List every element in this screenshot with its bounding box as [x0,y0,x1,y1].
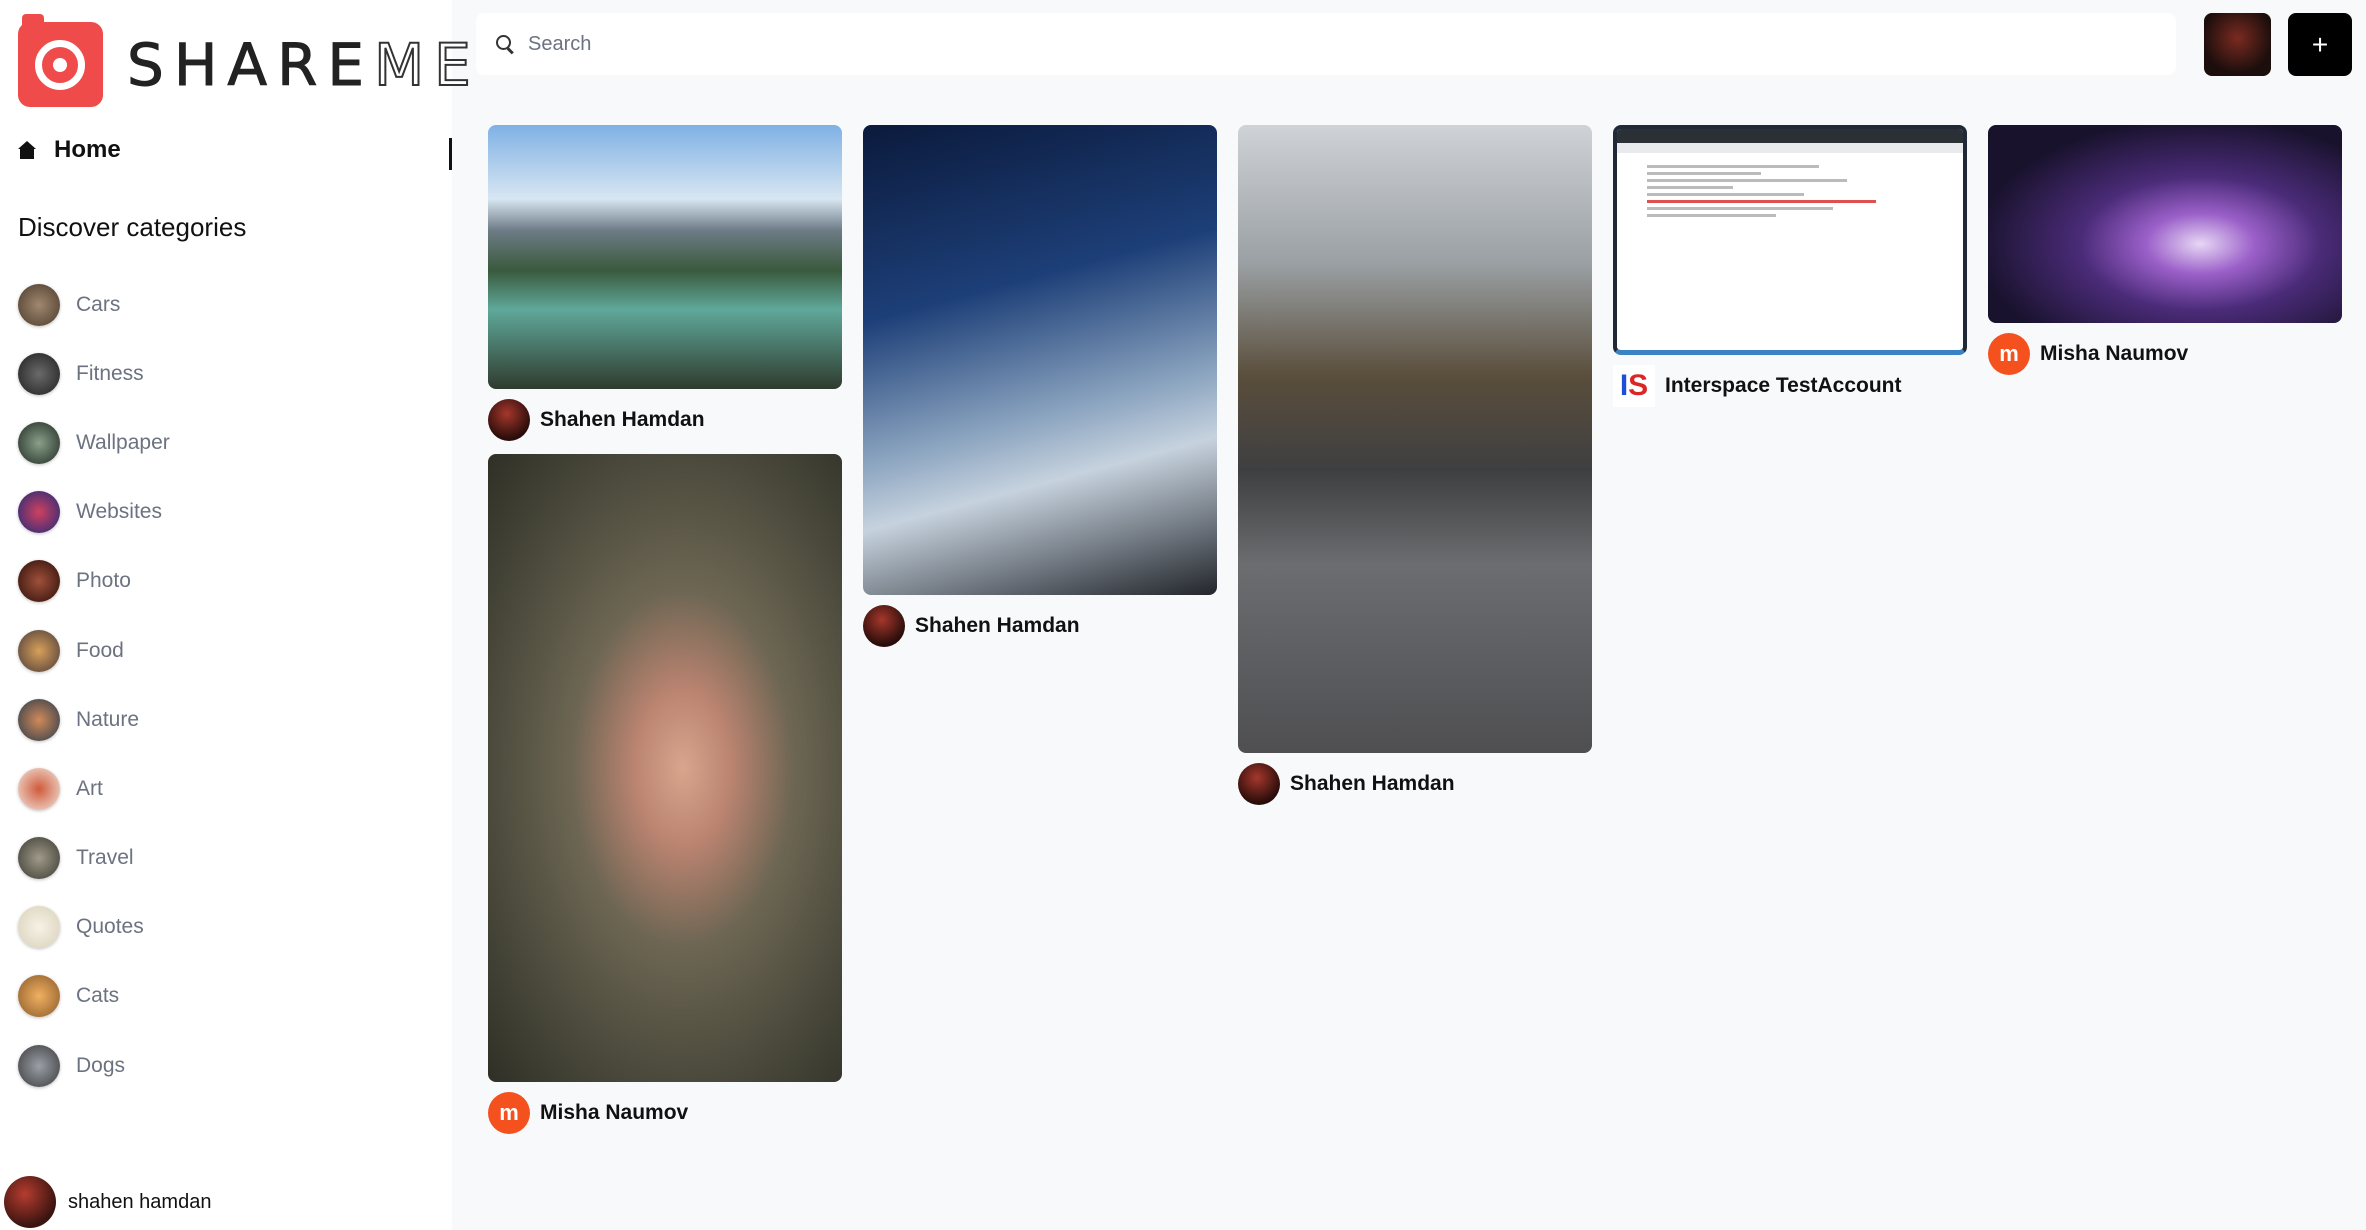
pin-owner[interactable]: IS Interspace TestAccount [1613,365,1967,407]
avatar [863,605,905,647]
category-item-websites[interactable]: Websites [18,478,170,547]
search-icon [496,35,514,53]
category-item-fitness[interactable]: Fitness [18,339,170,408]
owner-name: Interspace TestAccount [1665,374,1902,397]
category-label: Cars [76,292,121,316]
sidebar-user-profile[interactable]: shahen hamdan [4,1176,211,1228]
owner-name: Misha Naumov [2040,342,2189,365]
interspace-logo-icon: IS [1613,365,1655,407]
category-thumb-cars [18,283,60,326]
pin-card[interactable]: Shahen Hamdan [863,125,1217,647]
pin-owner[interactable]: m Misha Naumov [1988,333,2342,375]
category-thumb-cats [18,975,60,1018]
category-label: Art [76,776,103,800]
pin-card[interactable]: Shahen Hamdan [1238,125,1592,805]
category-label: Nature [76,707,140,731]
owner-name: Misha Naumov [540,1101,689,1124]
user-name: shahen hamdan [68,1190,212,1213]
category-item-quotes[interactable]: Quotes [18,893,170,962]
avatar: m [1988,333,2030,375]
category-thumb-wallpaper [18,421,60,464]
category-label: Food [76,638,124,662]
category-thumb-travel [18,837,60,880]
avatar: m [488,1092,530,1134]
search-input[interactable] [528,32,2128,56]
category-thumb-food [18,629,60,672]
add-pin-button[interactable]: + [2288,13,2352,76]
home-icon [18,141,36,159]
pin-image[interactable] [1238,125,1592,753]
category-thumb-photo [18,560,60,603]
category-label: Cats [76,984,120,1008]
category-label: Fitness [76,361,144,385]
category-thumb-quotes [18,906,60,949]
category-label: Wallpaper [76,430,170,454]
category-thumb-nature [18,698,60,741]
camera-logo-icon [18,14,103,107]
active-indicator [449,138,452,170]
category-item-nature[interactable]: Nature [18,685,170,754]
category-label: Websites [76,500,162,524]
logo[interactable]: SHAREME [18,14,481,107]
category-item-dogs[interactable]: Dogs [18,1031,170,1100]
nav-home-label: Home [54,136,121,163]
avatar [488,399,530,441]
discover-categories-heading: Discover categories [18,212,247,242]
pin-owner[interactable]: m Misha Naumov [488,1092,842,1134]
category-thumb-fitness [18,352,60,395]
category-label: Travel [76,846,134,870]
category-item-travel[interactable]: Travel [18,824,170,893]
search-bar[interactable] [476,13,2176,75]
category-thumb-websites [18,491,60,534]
owner-name: Shahen Hamdan [1290,772,1455,795]
category-item-photo[interactable]: Photo [18,547,170,616]
category-label: Dogs [76,1053,126,1077]
category-label: Photo [76,569,131,593]
pin-card[interactable]: m Misha Naumov [1988,125,2342,375]
pin-card[interactable]: Shahen Hamdan [488,125,842,441]
category-item-food[interactable]: Food [18,616,170,685]
category-item-art[interactable]: Art [18,754,170,823]
pin-owner[interactable]: Shahen Hamdan [488,399,842,441]
pin-owner[interactable]: Shahen Hamdan [863,605,1217,647]
pin-image[interactable] [488,125,842,389]
user-avatar-button[interactable] [2204,13,2271,76]
category-item-cars[interactable]: Cars [18,270,170,339]
avatar [4,1176,56,1228]
logo-text: SHAREME [126,30,481,100]
category-label: Quotes [76,915,144,939]
pin-image[interactable] [863,125,1217,595]
owner-name: Shahen Hamdan [540,408,705,431]
avatar [1238,763,1280,805]
pin-image[interactable] [1613,125,1967,355]
category-thumb-art [18,767,60,810]
sidebar: SHAREME Home Discover categories Cars Fi… [0,0,472,1230]
category-item-wallpaper[interactable]: Wallpaper [18,408,170,477]
pin-card[interactable]: m Misha Naumov [488,454,842,1134]
pin-owner[interactable]: Shahen Hamdan [1238,763,1592,805]
category-thumb-dogs [18,1044,60,1087]
nav-home[interactable]: Home [18,136,452,170]
pin-card[interactable]: IS Interspace TestAccount [1613,125,1967,407]
pin-image[interactable] [1988,125,2342,323]
category-item-cats[interactable]: Cats [18,962,170,1031]
pin-image[interactable] [488,454,842,1082]
owner-name: Shahen Hamdan [915,614,1080,637]
category-list: Cars Fitness Wallpaper Websites Photo Fo… [18,270,170,1100]
